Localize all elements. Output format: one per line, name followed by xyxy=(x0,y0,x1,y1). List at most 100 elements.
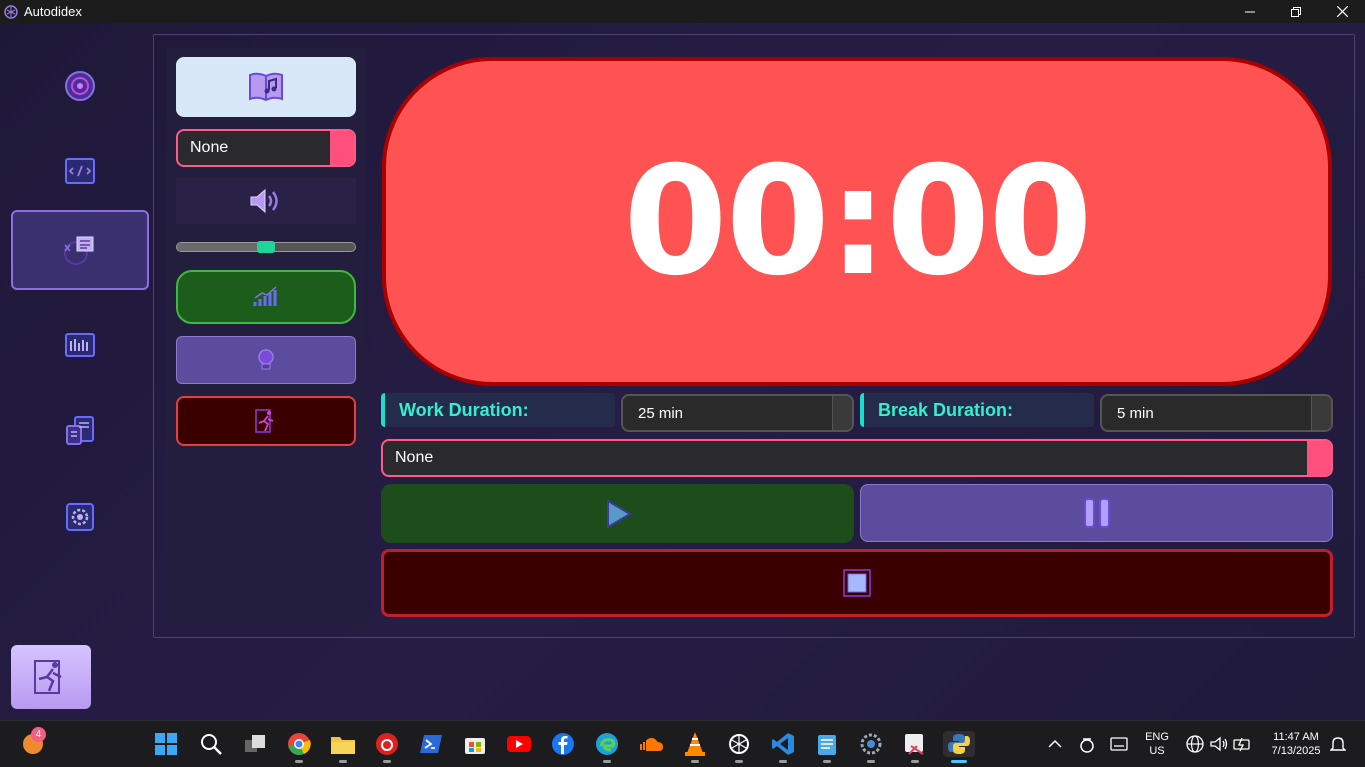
keyboard-icon xyxy=(1110,737,1128,751)
vscode-taskbar-item[interactable] xyxy=(770,731,796,763)
break-duration-spinbox[interactable]: 5 min xyxy=(1100,394,1333,432)
running-indicator xyxy=(911,760,919,763)
nav-item-focus[interactable] xyxy=(11,46,149,126)
pause-button[interactable] xyxy=(860,484,1333,542)
facebook-taskbar-item[interactable] xyxy=(550,731,576,757)
python-icon xyxy=(948,734,970,754)
tray-keyboard-button[interactable] xyxy=(1106,731,1132,757)
red-app-icon xyxy=(376,733,398,755)
statistics-button[interactable] xyxy=(176,270,356,324)
app-taskbar-item[interactable] xyxy=(374,731,400,763)
snipping-tool-icon xyxy=(905,734,924,755)
tips-button[interactable] xyxy=(176,336,356,384)
nav-item-settings[interactable] xyxy=(11,477,149,557)
vlc-taskbar-item[interactable] xyxy=(682,731,708,763)
language-code: ENG xyxy=(1145,731,1169,743)
chatgpt-taskbar-item[interactable] xyxy=(726,731,752,763)
running-indicator xyxy=(735,760,743,763)
gear-icon xyxy=(860,733,882,755)
speaker-icon xyxy=(250,188,278,214)
battery-tray-button[interactable] xyxy=(1230,731,1256,757)
volume-slider[interactable] xyxy=(176,241,356,253)
growth-chart-icon xyxy=(253,286,277,306)
start-button[interactable] xyxy=(153,731,179,757)
powershell-taskbar-item[interactable] xyxy=(418,731,444,757)
snipping-tool-taskbar-item[interactable] xyxy=(902,731,928,763)
tray-overflow-button[interactable] xyxy=(1042,731,1068,757)
volume-button[interactable] xyxy=(176,178,356,224)
restore-icon xyxy=(1291,6,1301,17)
close-button[interactable] xyxy=(1319,0,1365,23)
nav-item-code[interactable] xyxy=(11,131,149,211)
task-view-button[interactable] xyxy=(242,731,268,757)
language-indicator[interactable]: ENG US xyxy=(1140,730,1174,758)
nav-item-board[interactable] xyxy=(11,306,149,386)
work-duration-spinbox[interactable]: 25 min xyxy=(621,394,854,432)
running-indicator xyxy=(339,760,347,763)
clock[interactable]: 11:47 AM 7/13/2025 xyxy=(1262,730,1330,758)
target-eye-icon xyxy=(65,71,95,101)
notifications-button[interactable] xyxy=(1328,731,1348,757)
search-button[interactable] xyxy=(198,731,224,757)
volume-slider-handle[interactable] xyxy=(257,241,275,253)
music-library-button[interactable] xyxy=(176,57,356,117)
file-explorer-taskbar-item[interactable] xyxy=(330,731,356,763)
playlist-dropdown[interactable]: None xyxy=(176,129,356,167)
store-icon xyxy=(465,738,485,754)
bell-icon xyxy=(1330,737,1346,751)
leave-session-button[interactable] xyxy=(176,396,356,446)
chrome-taskbar-item[interactable] xyxy=(286,731,312,763)
start-button[interactable] xyxy=(381,484,854,543)
network-button[interactable] xyxy=(1182,731,1208,757)
code-window-icon xyxy=(65,158,95,184)
edge-taskbar-item[interactable] xyxy=(594,731,620,763)
volume-tray-button[interactable] xyxy=(1206,731,1232,757)
python-taskbar-item[interactable] xyxy=(943,731,975,763)
stop-icon xyxy=(843,569,871,597)
clock-date: 7/13/2025 xyxy=(1271,745,1321,757)
sync-cloud-icon xyxy=(1080,738,1094,753)
spin-arrows-icon[interactable] xyxy=(1311,396,1331,430)
store-taskbar-item[interactable] xyxy=(462,731,488,757)
close-icon xyxy=(1336,6,1348,17)
powershell-icon xyxy=(420,735,442,753)
windows-logo-icon xyxy=(155,733,177,755)
vlc-cone-icon xyxy=(685,732,705,756)
soundcloud-taskbar-item[interactable] xyxy=(638,731,664,757)
spin-arrows-icon[interactable] xyxy=(832,396,852,430)
playlist-selected: None xyxy=(190,139,229,156)
lightbulb-icon xyxy=(258,349,274,370)
settings-taskbar-item[interactable] xyxy=(858,731,884,763)
notepad-taskbar-item[interactable] xyxy=(814,731,840,763)
edge-icon xyxy=(596,733,618,755)
volume-icon xyxy=(1210,736,1228,752)
soundcloud-icon xyxy=(640,737,664,751)
chevron-up-icon xyxy=(1048,739,1062,748)
task-view-icon xyxy=(245,735,265,752)
study-timer-icon xyxy=(64,236,94,265)
running-indicator xyxy=(823,760,831,763)
dropdown-arrow-icon xyxy=(1307,441,1331,475)
nav-item-documents[interactable] xyxy=(11,391,149,471)
running-exit-icon xyxy=(34,660,62,694)
settings-gear-icon xyxy=(66,503,94,531)
running-indicator xyxy=(603,760,611,763)
task-dropdown[interactable]: None xyxy=(381,439,1333,477)
tray-app-button[interactable] xyxy=(1074,731,1100,757)
maximize-button[interactable] xyxy=(1273,0,1319,23)
minimize-icon xyxy=(1245,11,1255,12)
minimize-button[interactable] xyxy=(1227,0,1273,23)
active-indicator xyxy=(951,760,967,763)
timer-text: 00:00 xyxy=(623,134,1092,309)
running-indicator xyxy=(779,760,787,763)
app-logo-icon xyxy=(4,4,18,19)
globe-icon xyxy=(1186,735,1204,753)
exit-app-button[interactable] xyxy=(11,645,91,709)
folder-icon xyxy=(331,737,355,754)
music-book-icon xyxy=(249,72,283,102)
break-duration-value: 5 min xyxy=(1117,404,1154,422)
clock-time: 11:47 AM xyxy=(1273,731,1319,743)
stop-button[interactable] xyxy=(381,549,1333,617)
nav-item-pomodoro[interactable] xyxy=(11,210,149,290)
youtube-taskbar-item[interactable] xyxy=(506,731,532,757)
